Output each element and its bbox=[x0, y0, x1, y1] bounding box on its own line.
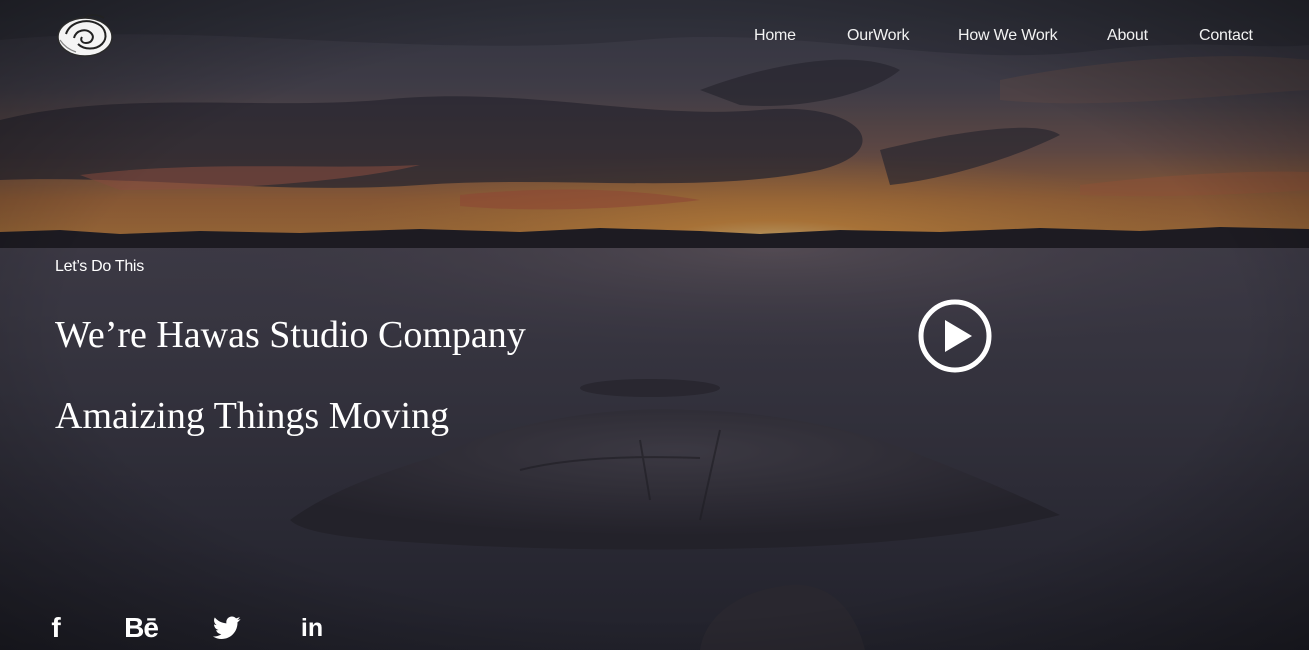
nav-about-link[interactable]: About bbox=[1107, 27, 1148, 45]
linkedin-link[interactable]: in bbox=[298, 613, 326, 643]
facebook-link[interactable]: f bbox=[45, 613, 67, 643]
nav-how-we-work-link[interactable]: How We Work bbox=[958, 27, 1058, 45]
linkedin-icon: in bbox=[300, 613, 324, 642]
main-navigation: Home OurWork How We Work About Contact bbox=[0, 27, 1309, 47]
hero-tagline: Let’s Do This bbox=[55, 258, 144, 275]
behance-link[interactable]: Bē bbox=[121, 613, 161, 643]
play-circle-icon bbox=[918, 299, 992, 373]
nav-our-work-link[interactable]: OurWork bbox=[847, 27, 910, 45]
nav-home-link[interactable]: Home bbox=[754, 27, 796, 45]
hero-headline-line-1: We’re Hawas Studio Company bbox=[55, 314, 526, 356]
behance-icon: Bē bbox=[124, 612, 159, 643]
play-video-button[interactable] bbox=[917, 299, 993, 375]
facebook-icon: f bbox=[51, 612, 61, 643]
hero-section: Home OurWork How We Work About Contact L… bbox=[0, 0, 1309, 650]
hero-headline-line-2: Amaizing Things Moving bbox=[55, 395, 450, 437]
twitter-bird-icon bbox=[213, 616, 241, 639]
nav-contact-link[interactable]: Contact bbox=[1199, 27, 1253, 45]
twitter-link[interactable] bbox=[212, 613, 242, 643]
